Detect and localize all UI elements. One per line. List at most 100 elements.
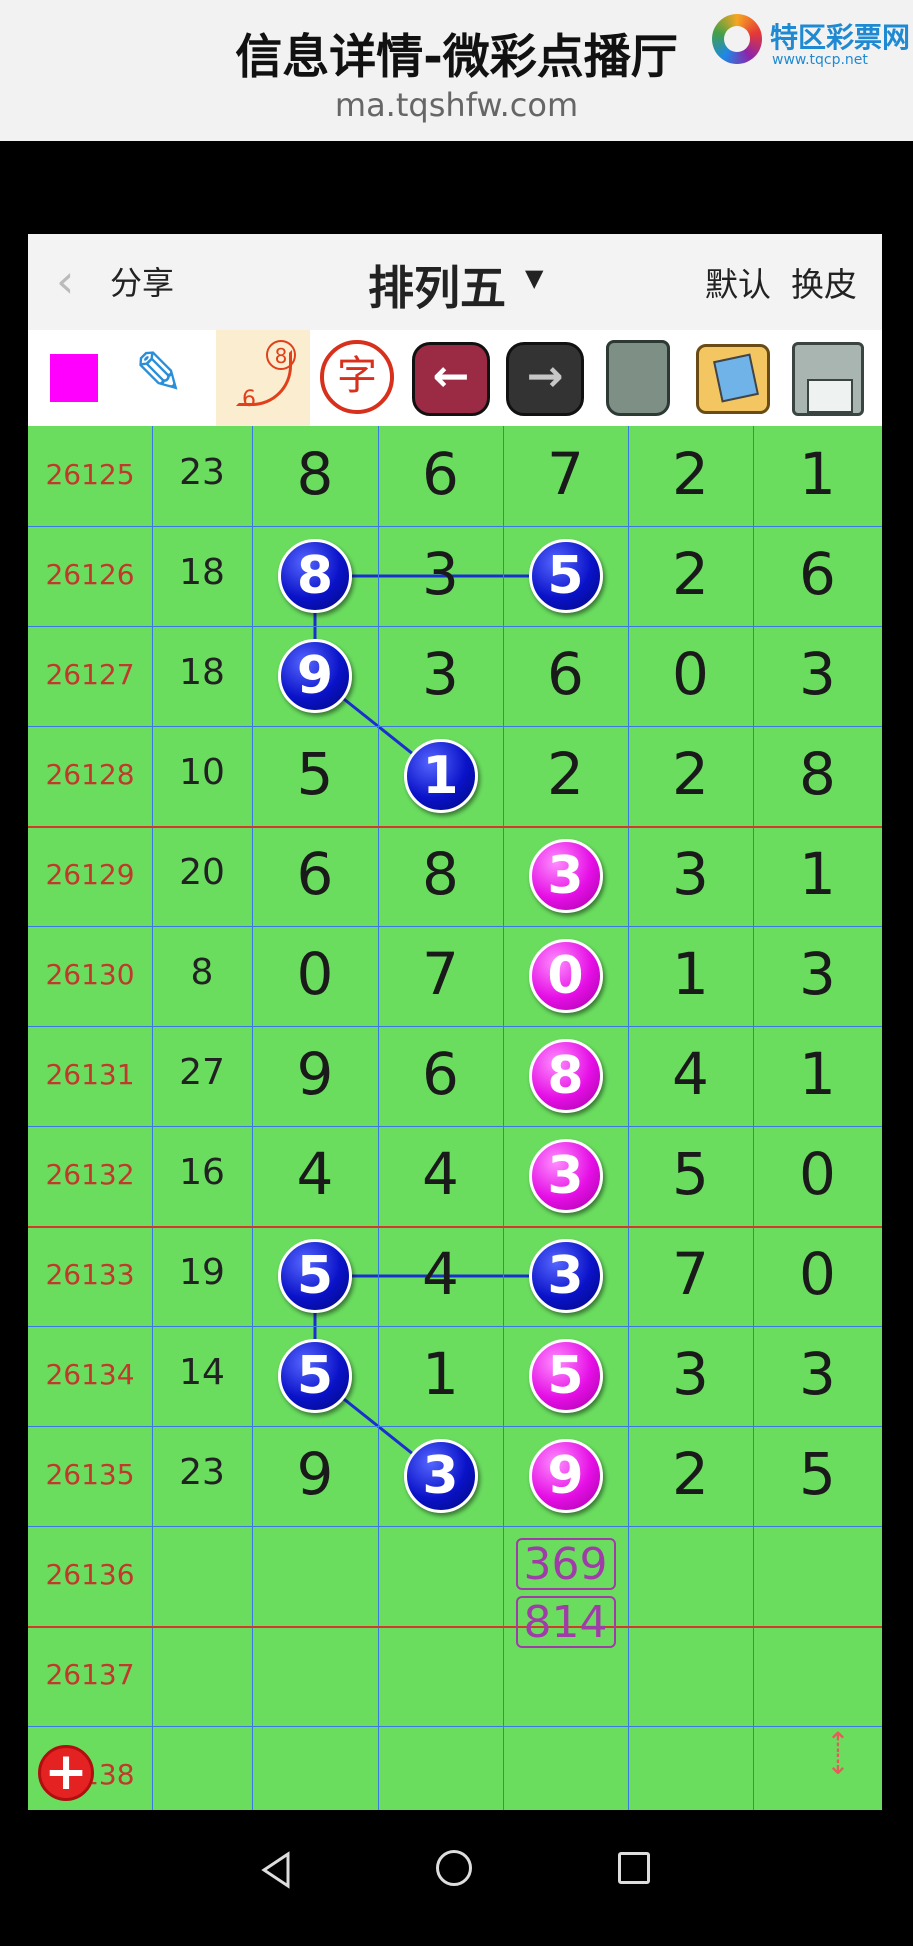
default-button[interactable]: 默认 [705,258,771,306]
digit-value[interactable]: 6 [753,540,882,608]
pen-tool[interactable]: ✎ [122,330,216,426]
period-number: 26130 [45,958,135,991]
color-picker-tool[interactable] [28,330,122,426]
digit-value[interactable]: 3 [753,1340,882,1408]
highlighted-digit-ball[interactable]: 9 [278,639,352,713]
logo-text: 特区彩票网 [770,21,911,54]
digit-value[interactable]: 4 [252,1140,378,1208]
sum-value: 23 [179,452,225,493]
highlighted-digit-ball[interactable]: 8 [528,1039,603,1113]
grid-row-divider [28,1726,882,1727]
digit-value[interactable]: 5 [628,1140,753,1208]
site-logo: 特区彩票网 www.tqcp.net [710,12,910,72]
period-number: 26127 [45,658,135,691]
save-tool[interactable] [780,330,874,426]
period-number: 26126 [45,558,135,591]
sum-value: 8 [190,952,214,993]
nav-recent-icon[interactable] [618,1852,650,1884]
digit-value[interactable]: 6 [503,640,628,708]
digit-value[interactable]: 3 [628,1340,753,1408]
digit-value[interactable]: 8 [378,840,503,908]
prediction-box[interactable]: 814 [515,1596,616,1648]
tool-bar: ✎ 8 6 字 ← → [28,330,882,426]
sum-value: 18 [179,552,225,593]
digit-value[interactable]: 7 [503,440,628,508]
logo-swirl-icon [712,14,762,64]
sum-value: 18 [179,652,225,693]
sum-value: 20 [179,852,225,893]
digit-value[interactable]: 7 [378,940,503,1008]
text-tool[interactable]: 字 [310,330,404,426]
digit-value[interactable]: 0 [753,1240,882,1308]
digit-value[interactable]: 9 [252,1440,378,1508]
add-row-button[interactable]: + [38,1745,94,1801]
digit-value[interactable]: 1 [753,440,882,508]
digit-value[interactable]: 2 [503,740,628,808]
digit-value[interactable]: 6 [378,440,503,508]
change-skin-button[interactable]: 换皮 [791,258,857,306]
highlighted-digit-ball[interactable]: 5 [528,539,603,613]
period-number: 26133 [45,1258,135,1291]
digit-value[interactable]: 9 [252,1040,378,1108]
highlighted-digit-ball[interactable]: 1 [403,739,478,813]
period-number: 26135 [45,1458,135,1491]
digit-value[interactable]: 3 [378,540,503,608]
digit-value[interactable]: 2 [628,1440,753,1508]
digit-value[interactable]: 0 [753,1140,882,1208]
period-number: 26132 [45,1158,135,1191]
photo-tool[interactable] [686,330,780,426]
digit-value[interactable]: 5 [753,1440,882,1508]
redo-tool[interactable]: → [498,330,592,426]
nav-home-icon[interactable] [436,1850,472,1886]
digit-value[interactable]: 0 [628,640,753,708]
digit-value[interactable]: 6 [378,1040,503,1108]
highlighted-digit-ball[interactable]: 5 [278,1239,352,1313]
dropdown-caret-icon[interactable]: ▼ [525,264,543,292]
nav-back-icon[interactable] [258,1850,294,1890]
arrow-right-icon: → [506,342,584,416]
digit-value[interactable]: 3 [753,940,882,1008]
sum-value: 27 [179,1052,225,1093]
trend-chart-grid[interactable]: 26125 23 8 6 7 2 1 26126 18 8 3 5 2 6 26127 18 9 3 6 0 3 2612… [28,426,882,1810]
clear-tool[interactable] [592,330,686,426]
highlighted-digit-ball[interactable]: 3 [528,1239,603,1313]
digit-value[interactable]: 4 [378,1140,503,1208]
digit-value[interactable]: 4 [378,1240,503,1308]
digit-value[interactable]: 2 [628,440,753,508]
digit-value[interactable]: 1 [628,940,753,1008]
digit-value[interactable]: 7 [628,1240,753,1308]
period-number: 26134 [45,1358,135,1391]
system-nav-bar [0,1810,913,1946]
digit-value[interactable]: 1 [753,840,882,908]
highlighted-digit-ball[interactable]: 5 [278,1339,352,1413]
highlighted-digit-ball[interactable]: 3 [528,1139,603,1213]
digit-value[interactable]: 8 [252,440,378,508]
scroll-updown-icon[interactable]: ⇡ ⇣ [818,1729,858,1802]
back-chevron-icon[interactable]: ‹ [56,256,86,306]
digit-value[interactable]: 1 [378,1340,503,1408]
lottery-type-selector[interactable]: 排列五 [368,252,506,318]
digit-value[interactable]: 3 [628,840,753,908]
share-button[interactable]: 分享 [110,258,174,304]
digit-value[interactable]: 4 [628,1040,753,1108]
link-number-bottom: 6 [242,387,256,412]
digit-value[interactable]: 5 [252,740,378,808]
highlighted-digit-ball[interactable]: 3 [403,1439,478,1513]
digit-value[interactable]: 3 [378,640,503,708]
digit-value[interactable]: 3 [753,640,882,708]
prediction-box[interactable]: 369 [515,1538,616,1590]
undo-tool[interactable]: ← [404,330,498,426]
highlighted-digit-ball[interactable]: 8 [278,539,352,613]
sum-value: 16 [179,1152,225,1193]
highlighted-digit-ball[interactable]: 9 [528,1439,603,1513]
link-numbers-tool[interactable]: 8 6 [216,330,310,426]
digit-value[interactable]: 1 [753,1040,882,1108]
digit-value[interactable]: 6 [252,840,378,908]
digit-value[interactable]: 2 [628,540,753,608]
digit-value[interactable]: 0 [252,940,378,1008]
highlighted-digit-ball[interactable]: 3 [528,839,603,913]
highlighted-digit-ball[interactable]: 0 [528,939,603,1013]
digit-value[interactable]: 2 [628,740,753,808]
highlighted-digit-ball[interactable]: 5 [528,1339,603,1413]
digit-value[interactable]: 8 [753,740,882,808]
